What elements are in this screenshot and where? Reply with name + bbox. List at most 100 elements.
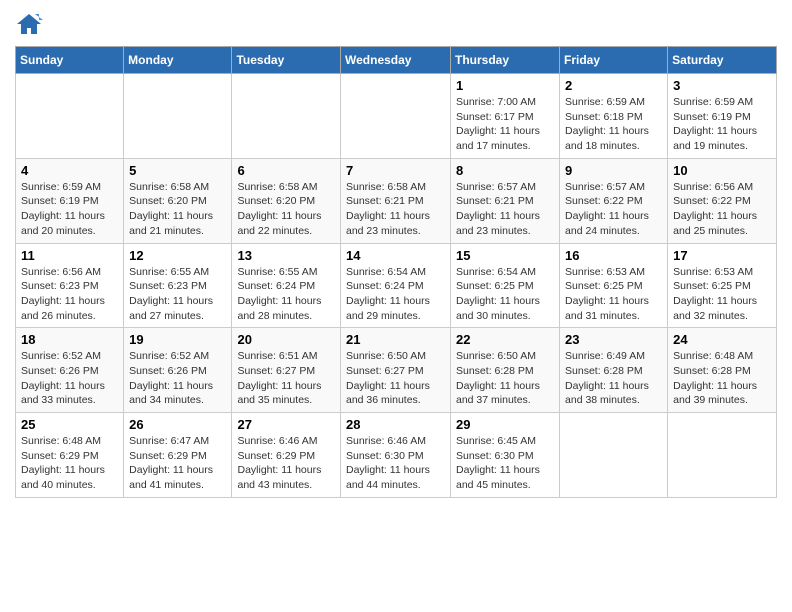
day-number: 13 [237, 248, 335, 263]
day-cell: 26 Sunrise: 6:47 AM Sunset: 6:29 PM Dayli… [124, 413, 232, 498]
day-info: Sunrise: 6:59 AM Sunset: 6:19 PM Dayligh… [21, 180, 118, 239]
day-number: 7 [346, 163, 445, 178]
day-cell [232, 74, 341, 159]
day-number: 9 [565, 163, 662, 178]
day-info: Sunrise: 6:45 AM Sunset: 6:30 PM Dayligh… [456, 434, 554, 493]
day-info: Sunrise: 6:51 AM Sunset: 6:27 PM Dayligh… [237, 349, 335, 408]
day-cell [16, 74, 124, 159]
day-info: Sunrise: 6:50 AM Sunset: 6:27 PM Dayligh… [346, 349, 445, 408]
day-cell: 28 Sunrise: 6:46 AM Sunset: 6:30 PM Dayli… [341, 413, 451, 498]
day-number: 3 [673, 78, 771, 93]
day-info: Sunrise: 6:46 AM Sunset: 6:29 PM Dayligh… [237, 434, 335, 493]
day-info: Sunrise: 6:54 AM Sunset: 6:25 PM Dayligh… [456, 265, 554, 324]
week-row-2: 4 Sunrise: 6:59 AM Sunset: 6:19 PM Daylig… [16, 158, 777, 243]
day-cell: 10 Sunrise: 6:56 AM Sunset: 6:22 PM Dayli… [668, 158, 777, 243]
day-number: 29 [456, 417, 554, 432]
day-number: 26 [129, 417, 226, 432]
day-cell: 7 Sunrise: 6:58 AM Sunset: 6:21 PM Daylig… [341, 158, 451, 243]
col-header-wednesday: Wednesday [341, 47, 451, 74]
calendar-header-row: SundayMondayTuesdayWednesdayThursdayFrid… [16, 47, 777, 74]
day-cell: 13 Sunrise: 6:55 AM Sunset: 6:24 PM Dayli… [232, 243, 341, 328]
day-number: 18 [21, 332, 118, 347]
day-info: Sunrise: 6:49 AM Sunset: 6:28 PM Dayligh… [565, 349, 662, 408]
day-number: 5 [129, 163, 226, 178]
day-info: Sunrise: 6:59 AM Sunset: 6:19 PM Dayligh… [673, 95, 771, 154]
col-header-saturday: Saturday [668, 47, 777, 74]
day-cell: 21 Sunrise: 6:50 AM Sunset: 6:27 PM Dayli… [341, 328, 451, 413]
day-number: 15 [456, 248, 554, 263]
week-row-4: 18 Sunrise: 6:52 AM Sunset: 6:26 PM Dayli… [16, 328, 777, 413]
day-info: Sunrise: 6:58 AM Sunset: 6:21 PM Dayligh… [346, 180, 445, 239]
day-cell: 20 Sunrise: 6:51 AM Sunset: 6:27 PM Dayli… [232, 328, 341, 413]
col-header-tuesday: Tuesday [232, 47, 341, 74]
day-number: 11 [21, 248, 118, 263]
day-info: Sunrise: 6:46 AM Sunset: 6:30 PM Dayligh… [346, 434, 445, 493]
day-number: 4 [21, 163, 118, 178]
week-row-5: 25 Sunrise: 6:48 AM Sunset: 6:29 PM Dayli… [16, 413, 777, 498]
day-info: Sunrise: 6:53 AM Sunset: 6:25 PM Dayligh… [673, 265, 771, 324]
day-info: Sunrise: 6:57 AM Sunset: 6:21 PM Dayligh… [456, 180, 554, 239]
day-cell: 17 Sunrise: 6:53 AM Sunset: 6:25 PM Dayli… [668, 243, 777, 328]
week-row-1: 1Sunrise: 7:00 AM Sunset: 6:17 PM Daylig… [16, 74, 777, 159]
day-info: Sunrise: 6:50 AM Sunset: 6:28 PM Dayligh… [456, 349, 554, 408]
day-cell: 23Sunrise: 6:49 AM Sunset: 6:28 PM Dayli… [560, 328, 668, 413]
day-cell: 5 Sunrise: 6:58 AM Sunset: 6:20 PM Daylig… [124, 158, 232, 243]
day-number: 19 [129, 332, 226, 347]
day-info: Sunrise: 6:52 AM Sunset: 6:26 PM Dayligh… [21, 349, 118, 408]
day-number: 25 [21, 417, 118, 432]
day-cell: 9 Sunrise: 6:57 AM Sunset: 6:22 PM Daylig… [560, 158, 668, 243]
day-number: 1 [456, 78, 554, 93]
day-number: 8 [456, 163, 554, 178]
day-number: 10 [673, 163, 771, 178]
day-number: 27 [237, 417, 335, 432]
day-info: Sunrise: 6:55 AM Sunset: 6:24 PM Dayligh… [237, 265, 335, 324]
day-cell: 22Sunrise: 6:50 AM Sunset: 6:28 PM Dayli… [451, 328, 560, 413]
day-number: 28 [346, 417, 445, 432]
day-info: Sunrise: 6:47 AM Sunset: 6:29 PM Dayligh… [129, 434, 226, 493]
day-number: 21 [346, 332, 445, 347]
day-number: 14 [346, 248, 445, 263]
col-header-sunday: Sunday [16, 47, 124, 74]
day-cell: 3 Sunrise: 6:59 AM Sunset: 6:19 PM Daylig… [668, 74, 777, 159]
col-header-thursday: Thursday [451, 47, 560, 74]
day-cell: 12 Sunrise: 6:55 AM Sunset: 6:23 PM Dayli… [124, 243, 232, 328]
logo-icon [15, 10, 43, 38]
day-cell: 2 Sunrise: 6:59 AM Sunset: 6:18 PM Daylig… [560, 74, 668, 159]
day-cell: 24 Sunrise: 6:48 AM Sunset: 6:28 PM Dayli… [668, 328, 777, 413]
day-cell: 4 Sunrise: 6:59 AM Sunset: 6:19 PM Daylig… [16, 158, 124, 243]
day-info: Sunrise: 6:48 AM Sunset: 6:28 PM Dayligh… [673, 349, 771, 408]
page-header [15, 10, 777, 38]
day-cell: 14 Sunrise: 6:54 AM Sunset: 6:24 PM Dayli… [341, 243, 451, 328]
day-number: 24 [673, 332, 771, 347]
day-cell: 1Sunrise: 7:00 AM Sunset: 6:17 PM Daylig… [451, 74, 560, 159]
day-info: Sunrise: 6:52 AM Sunset: 6:26 PM Dayligh… [129, 349, 226, 408]
day-info: Sunrise: 6:58 AM Sunset: 6:20 PM Dayligh… [237, 180, 335, 239]
day-info: Sunrise: 6:48 AM Sunset: 6:29 PM Dayligh… [21, 434, 118, 493]
day-cell: 19 Sunrise: 6:52 AM Sunset: 6:26 PM Dayli… [124, 328, 232, 413]
day-cell: 6 Sunrise: 6:58 AM Sunset: 6:20 PM Daylig… [232, 158, 341, 243]
day-number: 20 [237, 332, 335, 347]
week-row-3: 11 Sunrise: 6:56 AM Sunset: 6:23 PM Dayli… [16, 243, 777, 328]
day-info: Sunrise: 6:57 AM Sunset: 6:22 PM Dayligh… [565, 180, 662, 239]
day-cell [560, 413, 668, 498]
day-number: 12 [129, 248, 226, 263]
day-number: 6 [237, 163, 335, 178]
day-info: Sunrise: 6:54 AM Sunset: 6:24 PM Dayligh… [346, 265, 445, 324]
day-info: Sunrise: 6:58 AM Sunset: 6:20 PM Dayligh… [129, 180, 226, 239]
day-cell: 18 Sunrise: 6:52 AM Sunset: 6:26 PM Dayli… [16, 328, 124, 413]
day-cell: 27 Sunrise: 6:46 AM Sunset: 6:29 PM Dayli… [232, 413, 341, 498]
day-number: 2 [565, 78, 662, 93]
logo [15, 10, 47, 38]
day-cell [124, 74, 232, 159]
day-number: 17 [673, 248, 771, 263]
day-info: Sunrise: 6:56 AM Sunset: 6:23 PM Dayligh… [21, 265, 118, 324]
day-info: Sunrise: 6:56 AM Sunset: 6:22 PM Dayligh… [673, 180, 771, 239]
col-header-monday: Monday [124, 47, 232, 74]
day-info: Sunrise: 6:59 AM Sunset: 6:18 PM Dayligh… [565, 95, 662, 154]
day-info: Sunrise: 6:55 AM Sunset: 6:23 PM Dayligh… [129, 265, 226, 324]
day-cell [341, 74, 451, 159]
calendar-table: SundayMondayTuesdayWednesdayThursdayFrid… [15, 46, 777, 498]
day-cell [668, 413, 777, 498]
day-cell: 29 Sunrise: 6:45 AM Sunset: 6:30 PM Dayli… [451, 413, 560, 498]
day-info: Sunrise: 6:53 AM Sunset: 6:25 PM Dayligh… [565, 265, 662, 324]
